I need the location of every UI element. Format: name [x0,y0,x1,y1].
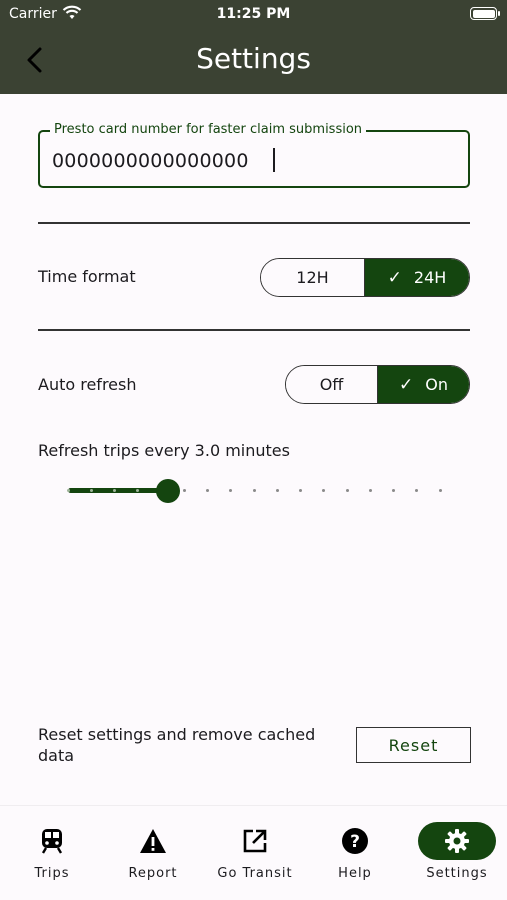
text-caret [273,148,275,172]
presto-card-field[interactable]: Presto card number for faster claim subm… [38,122,470,188]
slider-tick [368,489,372,492]
nav-item-settings[interactable]: Settings [416,806,498,900]
nav-item-trips[interactable]: Trips [20,806,84,900]
divider [38,329,470,331]
gear-icon [416,824,498,858]
slider-tick [438,489,442,492]
time-format-toggle: 12H ✓ 24H [260,258,470,297]
slider-tick [415,489,419,492]
slider-tick [392,489,395,492]
nav-item-go-transit[interactable]: Go Transit [210,806,300,900]
check-icon: ✓ [387,267,402,288]
slider-tick [206,489,209,492]
bottom-nav: Trips Report Go Transit ? Help Settings [0,805,507,900]
slider-tick [229,489,233,492]
app-bar: Settings [0,30,507,94]
reset-description: Reset settings and remove cached data [38,725,316,765]
check-icon: ✓ [399,374,414,395]
slider-tick [182,489,186,492]
presto-card-input[interactable] [52,150,457,172]
time-format-12h-option[interactable]: 12H [261,259,364,296]
svg-text:?: ? [350,832,360,852]
warning-icon [118,824,188,858]
slider-tick [345,489,349,492]
reset-button[interactable]: Reset [356,727,471,763]
slider-tick [299,489,302,492]
slider-thumb[interactable] [156,479,181,503]
presto-card-label: Presto card number for faster claim subm… [50,122,367,137]
help-icon: ? [325,824,385,858]
nav-label-trips: Trips [34,866,70,881]
slider-tick [322,489,326,492]
slider-tick [275,489,279,492]
time-format-12h-label: 12H [296,268,329,287]
page-title: Settings [196,42,311,75]
auto-refresh-off-option[interactable]: Off [286,366,377,403]
nav-label-go-transit: Go Transit [217,866,293,881]
divider [38,222,470,224]
status-bar: Carrier 11:25 PM [0,0,507,30]
auto-refresh-toggle: Off ✓ On [285,365,470,404]
nav-label-settings: Settings [426,866,488,881]
auto-refresh-off-label: Off [319,375,344,394]
slider-tick [113,489,116,492]
open-external-icon [210,824,300,858]
time-format-24h-option[interactable]: ✓ 24H [364,259,469,296]
time-format-label: Time format [38,267,136,286]
auto-refresh-on-label: On [425,375,448,394]
nav-item-report[interactable]: Report [118,806,188,900]
nav-item-help[interactable]: ? Help [325,806,385,900]
nav-label-report: Report [128,866,178,881]
refresh-interval-label: Refresh trips every 3.0 minutes [38,441,290,460]
status-time: 11:25 PM [216,6,291,22]
slider-active-track [68,488,169,493]
nav-label-help: Help [338,866,372,881]
auto-refresh-on-option[interactable]: ✓ On [377,366,469,403]
slider-tick [252,489,256,492]
slider-tick [89,489,93,492]
time-format-24h-label: 24H [413,268,447,287]
auto-refresh-label: Auto refresh [38,375,137,394]
train-icon [20,824,84,858]
battery-icon [470,7,500,20]
slider-tick [66,489,70,492]
